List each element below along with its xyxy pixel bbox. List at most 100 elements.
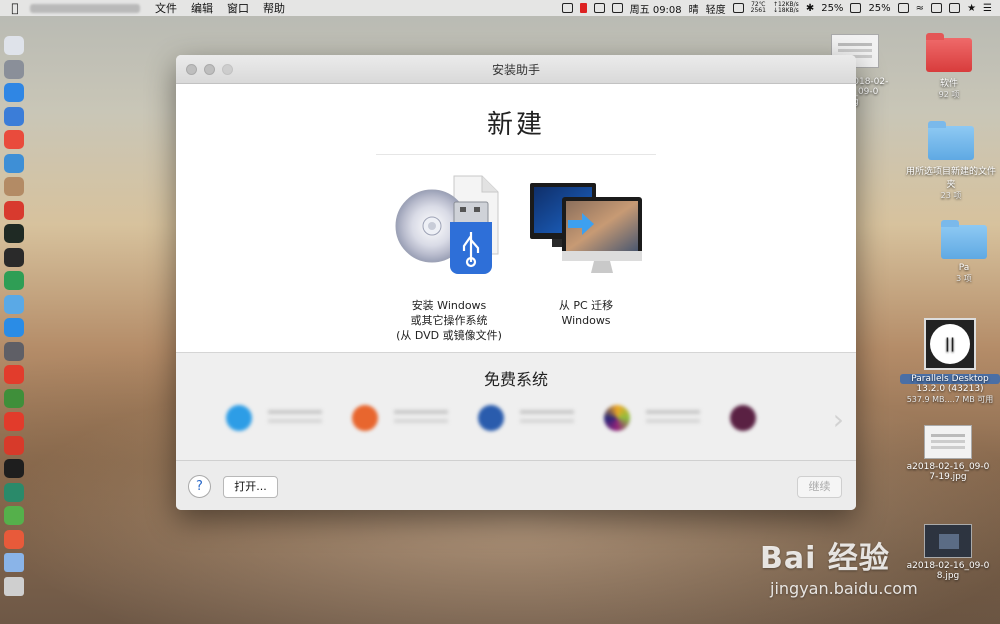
section-title: 免费系统: [483, 370, 548, 389]
desktop-parallels-dmg[interactable]: || Parallels Desktop 13.2.0 (43213) 537.…: [900, 318, 1000, 405]
title-bar[interactable]: 安装助手: [176, 55, 856, 84]
option-label-line-2: 或其它操作系统: [410, 314, 488, 327]
battery-percent-1[interactable]: 25%: [821, 3, 843, 14]
free-os-carousel: [226, 405, 806, 431]
install-windows-option[interactable]: 安装 Windows 或其它操作系统 (从 DVD 或镜像文件): [384, 174, 514, 343]
list-icon[interactable]: ☰: [983, 3, 992, 14]
parallels-tray-icon[interactable]: [579, 3, 587, 13]
free-os-item[interactable]: [478, 405, 574, 431]
status-area: 周五 09:08 晴 轻度 72℃ 2561 ↑12KB/s ↓18KB/s ✱ 2…: [561, 1, 1000, 16]
star-icon[interactable]: ★: [967, 3, 976, 14]
dock-app-icon[interactable]: [4, 365, 24, 384]
free-systems-section: 免费系统 ›: [176, 352, 856, 460]
dock-app-icon[interactable]: [4, 224, 24, 243]
app-tray-icon[interactable]: [931, 3, 943, 13]
folder-icon: [928, 121, 974, 160]
divider: [376, 154, 656, 155]
dock-app-icon[interactable]: [4, 36, 24, 55]
dock-app-icon[interactable]: [4, 59, 24, 79]
window-title: 安装助手: [491, 62, 540, 77]
free-os-item[interactable]: [226, 405, 322, 431]
migrate-from-pc-option[interactable]: 从 PC 迁移 Windows: [526, 181, 646, 328]
dock-app-icon[interactable]: [4, 576, 24, 596]
dock-app-icon[interactable]: [4, 482, 24, 502]
pc-to-mac-icon: [530, 183, 642, 273]
monitor-icon[interactable]: [732, 3, 744, 13]
watermark-url: jingyan.baidu.com: [770, 579, 918, 598]
dock-app-icon[interactable]: [4, 388, 24, 408]
dock-app-icon[interactable]: [4, 177, 24, 196]
dock-app-icon[interactable]: [4, 200, 24, 220]
open-button[interactable]: 打开...: [223, 476, 278, 498]
bluetooth-icon[interactable]: ✱: [806, 3, 814, 14]
dvd-usb-icon: [395, 175, 499, 274]
battery-percent-2[interactable]: 25%: [868, 3, 890, 14]
option-label-line-1: 安装 Windows: [411, 299, 487, 312]
dock-app-icon[interactable]: [4, 294, 24, 314]
dock-app-icon[interactable]: [4, 553, 24, 572]
windows-logo-icon: [226, 405, 252, 431]
installation-assistant-window: 安装助手 新建 安装 Windows 或其它操作系统 (从 DVD 或镜像文件)…: [176, 55, 856, 510]
dock-app-icon[interactable]: [4, 506, 24, 525]
continue-button[interactable]: 继续: [797, 476, 842, 498]
folder-icon: [926, 33, 972, 72]
window-manager-icon[interactable]: [611, 3, 623, 13]
new-vm-panel: 新建 安装 Windows 或其它操作系统 (从 DVD 或镜像文件) 从 PC…: [176, 84, 856, 352]
debian-logo-icon: [730, 405, 756, 431]
menu-window[interactable]: 窗口: [220, 0, 256, 16]
wifi-icon[interactable]: ≈: [916, 3, 924, 14]
option-label-line-1: 从 PC 迁移: [558, 299, 614, 312]
air-quality[interactable]: 轻度: [706, 1, 726, 16]
apple-menu-icon[interactable]: : [0, 1, 30, 15]
desktop-folder-pa[interactable]: Pa 3 项: [934, 220, 994, 284]
screenshot-thumbnail: [924, 425, 972, 459]
battery-icon[interactable]: [850, 3, 862, 13]
desktop-folder-new[interactable]: 用所选项目新建的文件夹 23 项: [905, 121, 997, 201]
screenshot-thumbnail: [924, 524, 972, 558]
app-name-blurred[interactable]: [30, 3, 140, 13]
tray-icon[interactable]: [561, 3, 573, 13]
desktop-file-2[interactable]: a2018-02-16_09-0 7-19.jpg: [898, 425, 998, 482]
help-button[interactable]: ?: [188, 475, 211, 498]
parallels-icon: ||: [924, 318, 976, 370]
option-label-line-3: (从 DVD 或镜像文件): [396, 329, 502, 342]
dock-app-icon[interactable]: [4, 106, 24, 126]
page-title: 新建: [486, 110, 545, 140]
dock-app-icon[interactable]: [4, 247, 24, 267]
dock-app-icon[interactable]: [4, 435, 24, 455]
ubuntu-logo-icon: [352, 405, 378, 431]
dock-app-icon[interactable]: [4, 412, 24, 431]
battery-icon-2[interactable]: [897, 3, 909, 13]
dock-app-icon[interactable]: [4, 529, 24, 549]
footer-bar: ? 打开... 继续: [176, 460, 856, 510]
free-os-item[interactable]: [730, 405, 756, 431]
menu-help[interactable]: 帮助: [256, 0, 292, 16]
airplay-icon[interactable]: [949, 3, 961, 13]
folder-icon: [941, 220, 987, 259]
display-icon[interactable]: [593, 3, 605, 13]
centos-logo-icon: [604, 405, 630, 431]
weather[interactable]: 晴: [689, 1, 699, 16]
option-label-line-2: Windows: [561, 314, 611, 327]
dock: [4, 36, 28, 596]
dock-app-icon[interactable]: [4, 271, 24, 290]
dock-app-icon[interactable]: [4, 153, 24, 173]
dock-app-icon[interactable]: [4, 341, 24, 361]
free-os-item[interactable]: [604, 405, 700, 431]
desktop-folder-software[interactable]: 软件 92 项: [918, 33, 980, 100]
menu-bar:  文件 编辑 窗口 帮助 周五 09:08 晴 轻度 72℃2561 ↑12K…: [0, 0, 1000, 16]
dock-app-icon[interactable]: [4, 459, 24, 478]
network-speed[interactable]: ↑12KB/s ↓18KB/s: [773, 2, 799, 14]
menu-edit[interactable]: 编辑: [184, 0, 220, 16]
menu-file[interactable]: 文件: [148, 0, 184, 16]
cpu-readout[interactable]: 72℃ 2561: [751, 2, 766, 14]
dock-app-icon[interactable]: [4, 318, 24, 337]
free-os-item[interactable]: [352, 405, 448, 431]
dock-app-icon[interactable]: [4, 130, 24, 149]
watermark-brand: Bai 经验: [760, 541, 890, 576]
baidu-watermark: Bai 经验 jingyan.baidu.com: [760, 533, 918, 598]
carousel-next-icon[interactable]: ›: [833, 403, 844, 436]
dock-app-icon[interactable]: [4, 83, 24, 102]
clock[interactable]: 周五 09:08: [630, 1, 682, 16]
fedora-logo-icon: [478, 405, 504, 431]
